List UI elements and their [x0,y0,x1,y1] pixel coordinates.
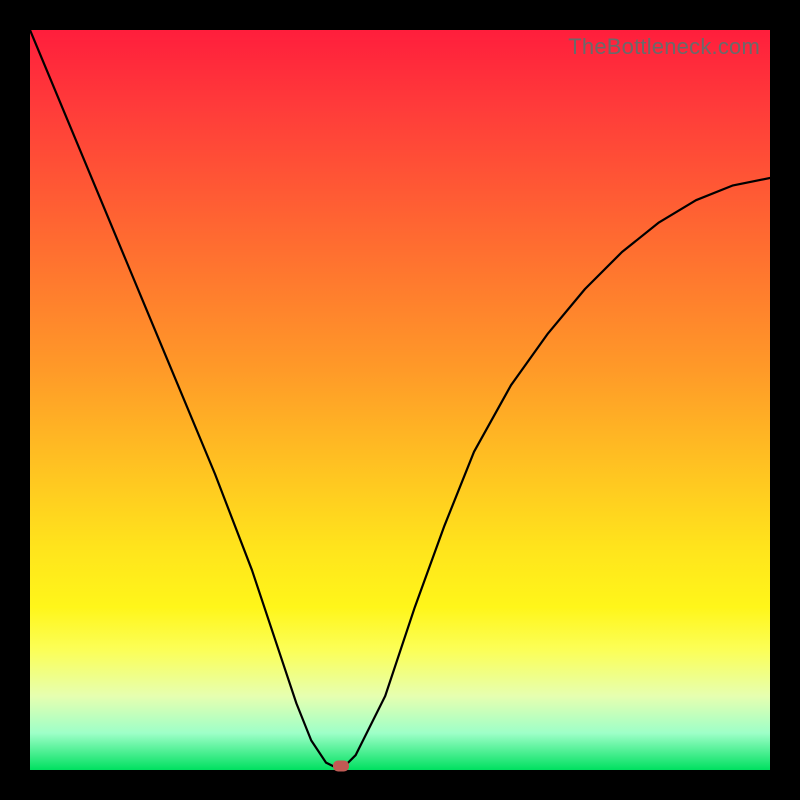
curve-svg [30,30,770,770]
chart-frame: TheBottleneck.com [0,0,800,800]
curve-path [30,30,770,770]
plot-area: TheBottleneck.com [30,30,770,770]
min-point-marker [333,761,349,772]
